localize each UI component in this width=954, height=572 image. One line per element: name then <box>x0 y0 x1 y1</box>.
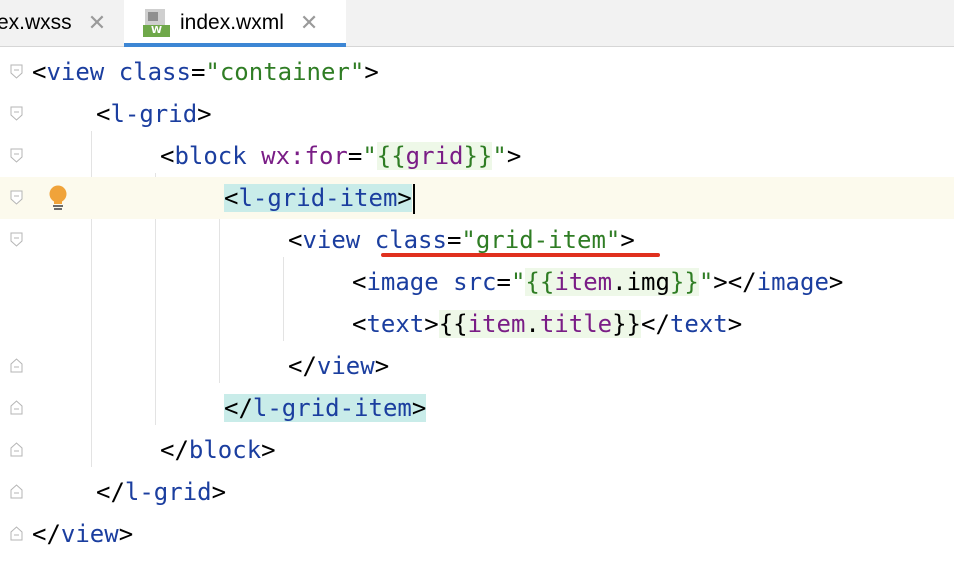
code-line: <l-grid> <box>0 93 954 135</box>
editor-tab-bar: ex.wxss ✕ W index.wxml ✕ <box>0 0 954 47</box>
fold-icon[interactable] <box>10 148 23 163</box>
code-text: <l-grid> <box>96 100 212 128</box>
code-text: <image src="{{item.img}}"></image> <box>352 268 844 296</box>
code-line: </view> <box>0 345 954 387</box>
code-text: <text>{{item.title}}</text> <box>352 310 743 338</box>
code-text: </l-grid-item> <box>224 394 427 422</box>
lightbulb-icon[interactable] <box>47 185 69 213</box>
fold-icon[interactable] <box>10 484 23 499</box>
code-line: </l-grid-item> <box>0 387 954 429</box>
fold-icon[interactable] <box>10 64 23 79</box>
close-icon[interactable]: ✕ <box>300 10 318 36</box>
tab-label: index.wxml <box>180 11 284 34</box>
fold-icon[interactable] <box>10 442 23 457</box>
code-text: </block> <box>160 436 276 464</box>
code-text: <view class="container"> <box>32 58 379 86</box>
fold-icon[interactable] <box>10 400 23 415</box>
close-icon[interactable]: ✕ <box>88 10 106 36</box>
fold-icon[interactable] <box>10 190 23 205</box>
code-line: <image src="{{item.img}}"></image> <box>0 261 954 303</box>
code-line: </view> <box>0 513 954 555</box>
tab-label: ex.wxss <box>0 11 72 34</box>
tab-index-wxss[interactable]: ex.wxss ✕ <box>0 0 124 46</box>
text-caret <box>412 184 415 214</box>
code-text: </l-grid> <box>96 478 227 506</box>
code-line: <view class="container"> <box>0 51 954 93</box>
wxml-file-icon: W <box>143 9 170 37</box>
code-text: </view> <box>32 520 134 548</box>
code-line: <text>{{item.title}}</text> <box>0 303 954 345</box>
code-text: <block wx:for="{{grid}}"> <box>160 142 522 170</box>
fold-icon[interactable] <box>10 106 23 121</box>
fold-icon[interactable] <box>10 232 23 247</box>
file-type-badge: W <box>143 25 170 37</box>
code-line: <block wx:for="{{grid}}"> <box>0 135 954 177</box>
code-line: </block> <box>0 429 954 471</box>
code-text: <l-grid-item> <box>224 177 415 219</box>
code-editor[interactable]: <view class="container"> <l-grid> <block… <box>0 47 954 572</box>
tab-index-wxml[interactable]: W index.wxml ✕ <box>124 0 346 47</box>
code-text: </view> <box>288 352 390 380</box>
code-line-current: <l-grid-item> <box>0 177 954 219</box>
code-line: </l-grid> <box>0 471 954 513</box>
fold-icon[interactable] <box>10 526 23 541</box>
fold-icon[interactable] <box>10 358 23 373</box>
error-underline <box>381 253 660 257</box>
